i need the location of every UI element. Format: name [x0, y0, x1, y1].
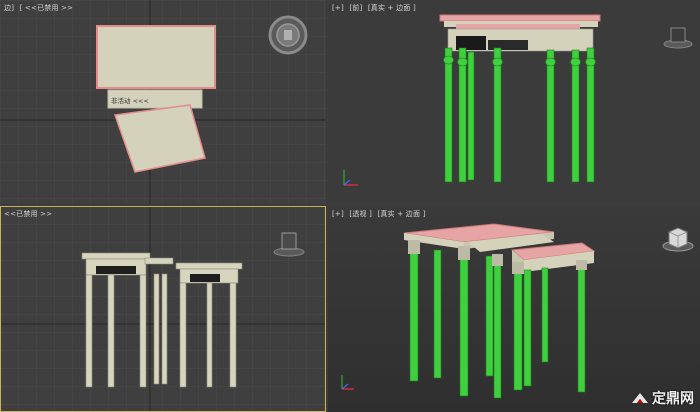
- left-view-canvas: [0, 206, 326, 412]
- viewport-front[interactable]: [+] [前] [真实 + 边面 ]: [328, 0, 700, 204]
- watermark-text: 定鼎网: [652, 391, 694, 407]
- viewport-top-label[interactable]: 边] [ <<已禁用 >>: [4, 3, 76, 13]
- viewport-perspective[interactable]: [+] [透视 ] [真实 + 边面 ] 定鼎网: [328, 206, 700, 412]
- viewport-perspective-label[interactable]: [+] [透视 ] [真实 + 边面 ]: [332, 209, 429, 219]
- front-label-0: [+]: [332, 4, 344, 12]
- viewport-left-label[interactable]: <<已禁用 >>: [4, 209, 55, 219]
- viewport-front-label[interactable]: [+] [前] [真实 + 边面 ]: [332, 3, 419, 13]
- viewport-left[interactable]: <<已禁用 >>: [0, 206, 326, 412]
- top-view-table-top: [96, 25, 216, 89]
- front-label-2: [真实 + 边面 ]: [367, 4, 416, 12]
- max-viewport-layout: 边] [ <<已禁用 >> 非活动 <<< [+] [前] [真实 + 边面]…: [0, 0, 700, 412]
- top-label-1: [ <<已禁用 >>: [19, 4, 74, 12]
- front-view-canvas: [328, 0, 700, 204]
- steering-wheel-icon: [268, 15, 308, 55]
- perspective-view-canvas: [328, 206, 700, 412]
- persp-label-0: [+]: [332, 210, 344, 218]
- left-label-0: <<已禁用 >>: [4, 210, 53, 218]
- persp-label-1: [透视 ]: [349, 210, 373, 218]
- front-label-1: [前]: [349, 4, 363, 12]
- persp-label-2: [真实 + 边面 ]: [377, 210, 426, 218]
- inactive-popup: 非活动 <<<: [111, 97, 149, 105]
- top-view-canvas: [0, 0, 326, 204]
- watermark: 定鼎网: [631, 388, 694, 408]
- viewport-top[interactable]: 边] [ <<已禁用 >> 非活动 <<<: [0, 0, 326, 204]
- top-label-0: 边]: [4, 4, 15, 12]
- watermark-logo-icon: [632, 393, 648, 403]
